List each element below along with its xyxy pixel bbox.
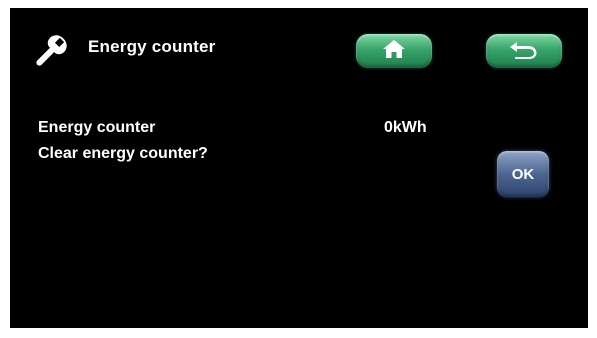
back-button[interactable]: [486, 34, 562, 68]
device-frame: Energy counter Energy counter 0kWh Clear…: [0, 0, 597, 338]
home-button[interactable]: [356, 34, 432, 68]
screen: Energy counter Energy counter 0kWh Clear…: [10, 8, 588, 328]
home-icon: [381, 38, 407, 65]
energy-counter-label: Energy counter: [38, 119, 156, 136]
energy-counter-value: 0kWh: [384, 119, 427, 136]
ok-button-label: OK: [511, 165, 535, 183]
clear-energy-counter-prompt: Clear energy counter?: [38, 145, 208, 162]
back-arrow-icon: [507, 38, 541, 65]
ok-button[interactable]: OK: [497, 151, 549, 197]
page-title: Energy counter: [88, 37, 216, 56]
wrench-icon: [28, 30, 72, 74]
